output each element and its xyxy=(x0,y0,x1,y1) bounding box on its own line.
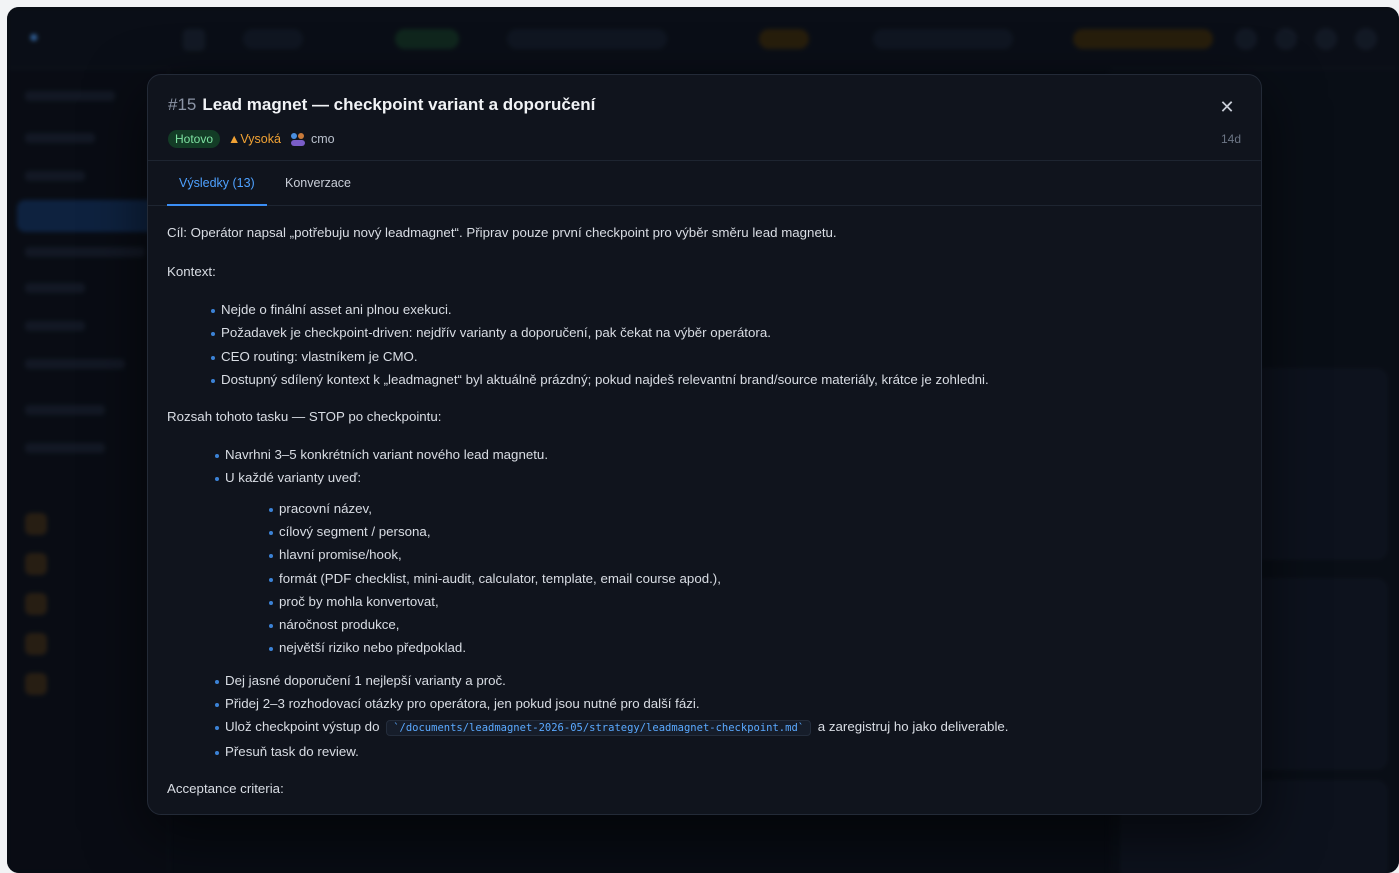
list-item: formát (PDF checklist, mini-audit, calcu… xyxy=(269,571,721,586)
save-suffix: a zaregistruj ho jako deliverable. xyxy=(817,719,1009,734)
scope-heading: Rozsah tohoto tasku — STOP po checkpoint… xyxy=(167,409,442,424)
list-item: proč by mohla konvertovat, xyxy=(269,594,439,609)
status-badge: Hotovo xyxy=(168,130,221,148)
task-meta: Hotovo ▲Vysoká cmo xyxy=(168,130,335,148)
acceptance-heading: Acceptance criteria: xyxy=(167,781,284,796)
tab-results[interactable]: Výsledky (13) xyxy=(167,161,267,206)
list-item: U každé varianty uveď: xyxy=(214,470,362,485)
assignee-name: cmo xyxy=(310,132,335,146)
list-item: CEO routing: vlastníkem je CMO. xyxy=(211,349,418,364)
assignee: cmo xyxy=(289,131,335,147)
close-button[interactable]: ✕ xyxy=(1215,95,1239,119)
tab-conversation[interactable]: Konverzace xyxy=(285,161,351,206)
task-detail-modal: #15 Lead magnet — checkpoint variant a do… xyxy=(147,74,1262,815)
list-item: Nejde o finální asset ani plnou exekuci. xyxy=(211,302,452,317)
list-item: Dostupný sdílený kontext k „leadmagnet“ … xyxy=(211,372,989,387)
goal-text: Cíl: Operátor napsal „potřebuju nový lea… xyxy=(167,225,837,240)
task-title-text: Lead magnet — checkpoint variant a dopor… xyxy=(202,95,596,114)
task-title: #15 Lead magnet — checkpoint variant a do… xyxy=(168,95,595,115)
list-item: pracovní název, xyxy=(269,501,372,516)
task-age: 14d xyxy=(1220,132,1241,146)
list-item: hlavní promise/hook, xyxy=(269,547,402,562)
list-item: Přesuň task do review. xyxy=(215,744,359,759)
context-heading: Kontext: xyxy=(167,264,216,279)
modal-header: #15 Lead magnet — checkpoint variant a do… xyxy=(148,75,1261,161)
list-item: Dej jasné doporučení 1 nejlepší varianty… xyxy=(215,673,506,688)
list-item: největší riziko nebo předpoklad. xyxy=(268,640,467,655)
cmo-avatar-icon xyxy=(290,133,305,146)
close-icon: ✕ xyxy=(1219,97,1235,117)
priority-label: ▲Vysoká xyxy=(228,132,281,146)
task-number: #15 xyxy=(168,95,197,114)
list-item: Navrhni 3–5 konkrétních variant nového l… xyxy=(214,447,549,462)
list-item-save: Ulož checkpoint výstup do `/documents/le… xyxy=(215,719,1009,736)
list-item: Požadavek je checkpoint-driven: nejdřív … xyxy=(211,325,771,340)
list-item: cílový segment / persona, xyxy=(269,524,431,539)
modal-tabs: Výsledky (13) Konverzace xyxy=(148,161,1261,206)
list-item: náročnost produkce, xyxy=(268,617,400,632)
file-path-code: `/documents/leadmagnet-2026-05/strategy/… xyxy=(386,720,812,736)
save-prefix: Ulož checkpoint výstup do xyxy=(225,719,380,734)
list-item: Přidej 2–3 rozhodovací otázky pro operát… xyxy=(215,696,700,711)
